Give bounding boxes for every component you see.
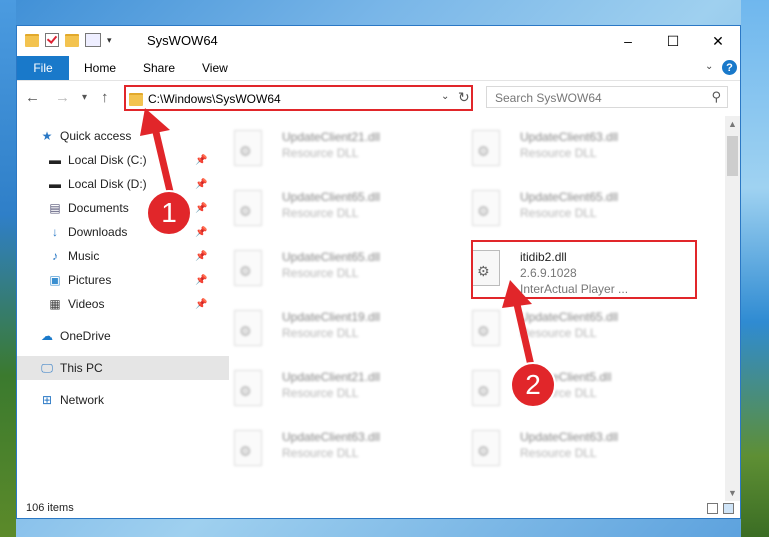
step-2-badge: 2: [510, 362, 556, 408]
arrow-1: [140, 108, 176, 204]
annotation-arrows: [140, 108, 536, 374]
step-1-badge: 1: [146, 190, 192, 236]
arrow-2: [502, 280, 536, 374]
